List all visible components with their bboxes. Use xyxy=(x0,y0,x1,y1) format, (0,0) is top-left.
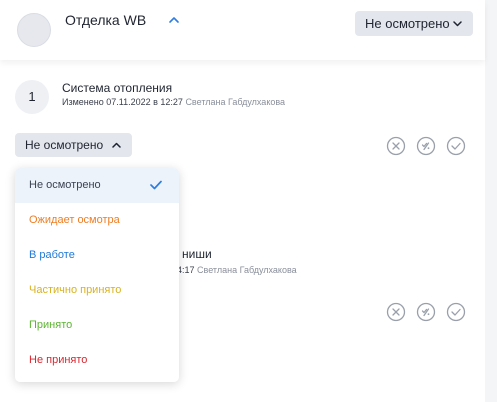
status-option-label: Принято xyxy=(29,319,73,331)
avatar xyxy=(17,13,51,47)
item-meta: 14:17 Светлана Габдулхакова xyxy=(172,265,297,275)
reject-icon[interactable] xyxy=(386,302,406,322)
item-status-button[interactable]: Не осмотрено xyxy=(15,133,132,157)
status-option-label: Не осмотрено xyxy=(29,179,101,191)
section-status-label: Не осмотрено xyxy=(365,16,450,31)
status-option-label: Частично принято xyxy=(29,284,122,296)
status-option-in-progress[interactable]: В работе xyxy=(15,238,179,273)
section-header: Отделка WB Не осмотрено xyxy=(0,0,485,60)
item-title: Система отопления xyxy=(62,81,173,95)
section-status-button[interactable]: Не осмотрено xyxy=(355,11,473,36)
section-title: Отделка WB xyxy=(65,12,147,28)
item-status-label: Не осмотрено xyxy=(25,138,104,152)
inspection-card: Отделка WB Не осмотрено 1 Система отопле… xyxy=(0,0,485,402)
status-option-partially-accepted[interactable]: Частично принято xyxy=(15,273,179,308)
status-option-not-inspected[interactable]: Не осмотрено xyxy=(15,168,179,203)
status-option-label: Не принято xyxy=(29,354,88,366)
status-dropdown-menu: Не осмотрено Ожидает осмотра В работе Ча… xyxy=(15,168,179,382)
partial-accept-icon[interactable] xyxy=(416,302,436,322)
accept-icon[interactable] xyxy=(446,136,466,156)
partial-accept-icon[interactable] xyxy=(416,136,436,156)
reject-icon[interactable] xyxy=(386,136,406,156)
status-option-awaiting[interactable]: Ожидает осмотра xyxy=(15,203,179,238)
item-modified: Изменено 07.11.2022 в 12:27 xyxy=(62,97,183,107)
status-option-label: В работе xyxy=(29,249,75,261)
item-meta: Изменено 07.11.2022 в 12:27 Светлана Габ… xyxy=(62,97,285,107)
status-option-rejected[interactable]: Не принято xyxy=(15,343,179,378)
status-option-label: Ожидает осмотра xyxy=(29,214,120,226)
item-author: Светлана Габдулхакова xyxy=(185,97,286,107)
chevron-up-icon[interactable] xyxy=(166,12,182,28)
item-author: Светлана Габдулхакова xyxy=(197,265,297,275)
accept-icon[interactable] xyxy=(446,302,466,322)
item-number: 1 xyxy=(15,80,49,114)
status-option-accepted[interactable]: Принято xyxy=(15,308,179,343)
